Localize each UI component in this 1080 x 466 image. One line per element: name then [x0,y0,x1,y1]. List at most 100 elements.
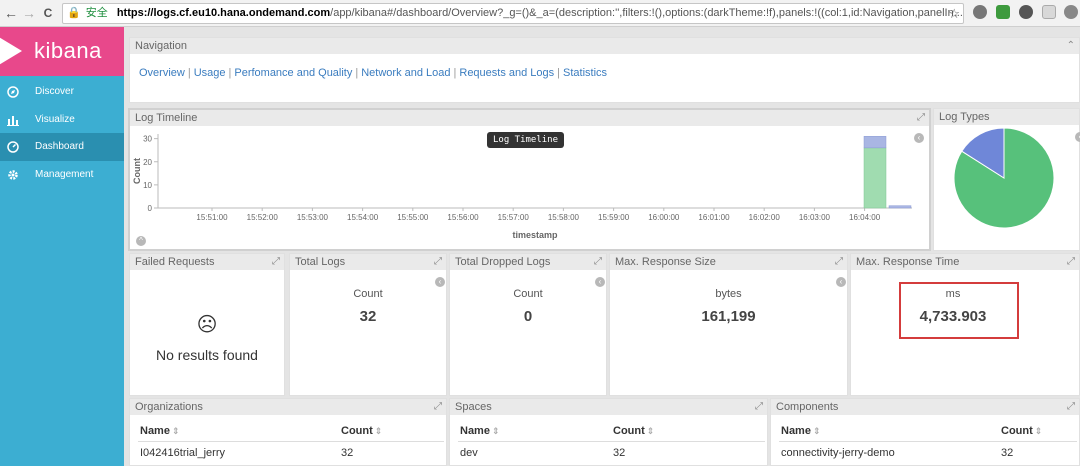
back-button[interactable]: ← [2,3,20,23]
x-tick-label: 15:53:00 [297,213,329,222]
max-response-size-panel: Max. Response Size ⤢ ‹ bytes 161,199 [609,253,848,396]
expand-icon[interactable]: ⤢ [434,254,442,270]
browser-toolbar: ← → C 🔒 安全 https://logs.cf.eu10.hana.ond… [0,0,1080,27]
legend-toggle-icon[interactable]: ‹ [435,277,445,287]
no-results-message: No results found [156,347,258,363]
url-host: https://logs.cf.eu10.hana.ondemand.com [116,7,331,19]
column-header-text: Name [460,425,490,437]
panel-title-text: Total Logs [295,256,346,268]
column-header-text: Count [613,425,645,437]
panel-title-text: Total Dropped Logs [455,256,551,268]
sidebar-item-label: Discover [35,86,74,97]
table-cell-name: I042416trial_jerry [140,447,225,459]
log-types-pie-chart[interactable] [934,126,1079,250]
address-bar[interactable]: 🔒 安全 https://logs.cf.eu10.hana.ondemand.… [62,3,964,24]
y-tick-label: 20 [143,158,152,167]
x-tick-label: 15:52:00 [247,213,279,222]
metric-value: 32 [359,308,377,325]
extension-icon[interactable] [1064,5,1078,19]
legend-toggle-icon[interactable]: ‹ [1075,132,1080,142]
column-header-count[interactable]: Count ⇕ [1001,425,1042,437]
tooltip: Log Timeline [487,132,565,148]
x-tick-label: 16:01:00 [698,213,730,222]
x-tick-label: 15:57:00 [498,213,530,222]
extension-icon[interactable] [1042,5,1056,19]
row-divider [458,441,765,442]
expand-icon[interactable]: ⌃ [1067,38,1075,54]
y-tick-label: 30 [143,135,152,144]
dashboard-area: Navigation ⌃ Overview | Usage | Perfomance an… [127,33,1080,466]
row-divider [779,441,1077,442]
extension-icon[interactable] [996,5,1010,19]
dashboard-icon [7,141,19,153]
extension-icon[interactable] [1019,5,1033,19]
expand-icon[interactable]: ⤢ [917,110,925,126]
column-header-name[interactable]: Name ⇕ [781,425,821,437]
kibana-logo[interactable]: kibana [0,27,124,76]
expand-icon[interactable]: ⤢ [594,254,602,270]
column-header-count[interactable]: Count ⇕ [341,425,382,437]
y-tick-label: 10 [143,181,152,190]
x-tick-label: 15:54:00 [347,213,379,222]
kibana-logo-icon [0,33,22,69]
expand-icon[interactable]: ⤢ [835,254,843,270]
x-tick-label: 15:58:00 [548,213,580,222]
expand-icon[interactable]: ⤢ [755,399,763,415]
column-header-name[interactable]: Name ⇕ [460,425,500,437]
secure-label: 安全 [85,7,108,19]
nav-link-network[interactable]: Network and Load [361,67,450,79]
legend-toggle-icon[interactable]: ‹ [914,133,924,143]
bookmark-star-icon[interactable]: ☆ [948,4,960,23]
collapse-icon[interactable]: ^ [136,236,146,246]
separator: | [355,67,359,79]
column-header-name[interactable]: Name ⇕ [140,425,180,437]
bar [888,205,912,209]
extension-icon[interactable] [973,5,987,19]
nav-link-statistics[interactable]: Statistics [563,67,607,79]
column-header-count[interactable]: Count ⇕ [613,425,654,437]
forward-button[interactable]: → [20,3,38,23]
nav-link-usage[interactable]: Usage [194,67,226,79]
panel-title-text: Log Types [939,111,990,123]
compass-icon [7,86,19,98]
sidebar-item-discover[interactable]: Discover [0,78,124,106]
sort-icon: ⇕ [491,426,500,436]
sidebar-item-visualize[interactable]: Visualize [0,106,124,134]
expand-icon[interactable]: ⤢ [434,399,442,415]
panel-title: Navigation ⌃ [130,38,1079,54]
expand-icon[interactable]: ⤢ [272,254,280,270]
table-cell-count: 32 [341,447,354,459]
legend-toggle-icon[interactable]: ‹ [836,277,846,287]
reload-button[interactable]: C [39,3,57,23]
sad-face-icon: ☹ [196,314,218,336]
spaces-panel: Spaces ⤢ Name ⇕ Count ⇕ dev 32 [449,398,768,466]
column-header-text: Count [1001,425,1033,437]
sidebar-item-label: Dashboard [35,141,84,152]
table-cell-name: dev [460,447,478,459]
brand-name: kibana [34,38,102,63]
organizations-panel: Organizations ⤢ Name ⇕ Count ⇕ I042416trial… [129,398,447,466]
separator: | [453,67,457,79]
sidebar-item-management[interactable]: Management [0,161,124,189]
x-axis-label: timestamp [512,230,558,240]
navigation-links: Overview | Usage | Perfomance and Quality | Ne… [130,54,1079,79]
metric-value: 0 [523,308,533,325]
panel-title: Max. Response Size ⤢ [610,254,847,270]
expand-icon[interactable]: ⤢ [1067,254,1075,270]
panel-title: Components ⤢ [771,399,1079,415]
sidebar-item-label: Visualize [35,113,75,125]
nav-link-overview[interactable]: Overview [139,67,185,79]
panel-title: Log Timeline ⤢ [130,110,929,126]
sidebar-item-dashboard[interactable]: Dashboard [0,133,124,161]
expand-icon[interactable]: ⤢ [1067,399,1075,415]
nav-link-requests[interactable]: Requests and Logs [459,67,554,79]
panel-title-text: Navigation [135,40,187,52]
panel-title-text: Components [776,401,839,413]
x-tick-label: 15:55:00 [397,213,429,222]
legend-toggle-icon[interactable]: ‹ [595,277,605,287]
bar [863,147,887,209]
nav-link-performance[interactable]: Perfomance and Quality [234,67,352,79]
x-tick-label: 15:59:00 [598,213,630,222]
row-divider [138,441,444,442]
separator: | [187,67,191,79]
